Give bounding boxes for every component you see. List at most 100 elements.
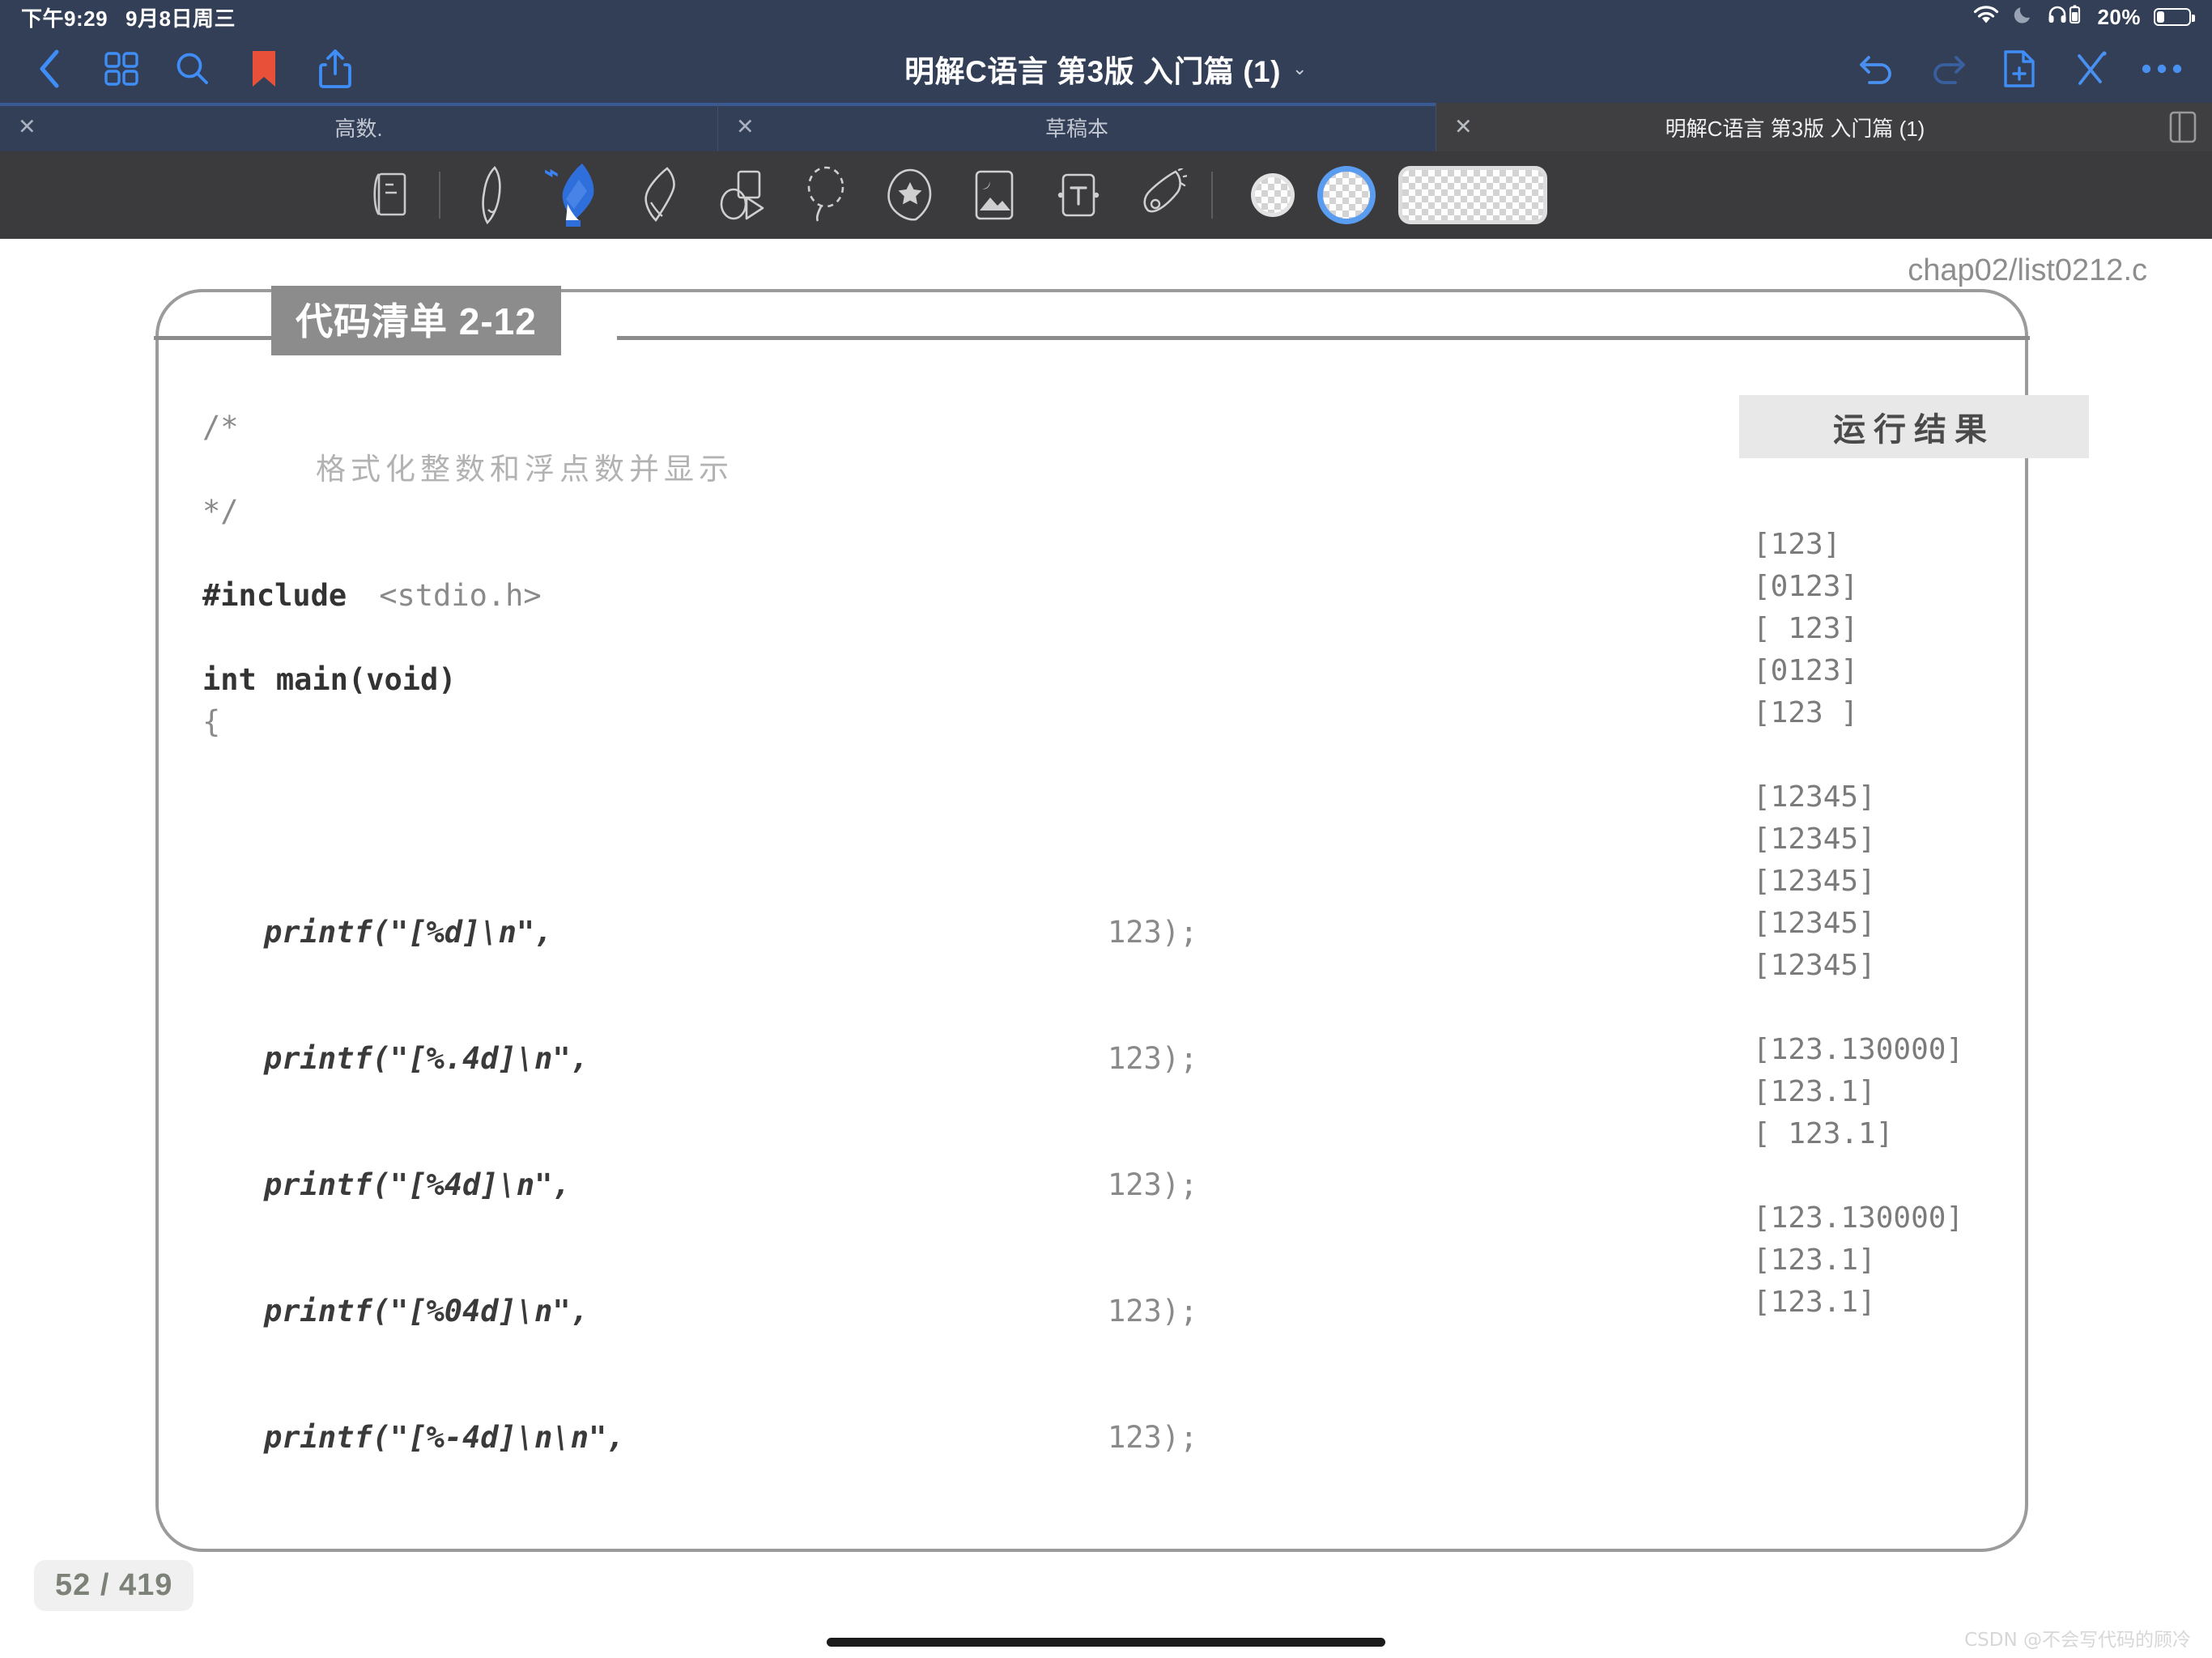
headphones-battery-icon: [2047, 4, 2084, 31]
result-line: [12345]: [1753, 818, 1963, 861]
back-button[interactable]: [15, 40, 86, 98]
printf-arg: 123);: [1108, 1164, 1197, 1206]
color-swatch-selected[interactable]: [1323, 172, 1370, 219]
more-button[interactable]: [2126, 40, 2197, 98]
result-line: [ 123.1]: [1753, 1113, 1963, 1155]
result-line: [12345]: [1753, 903, 1963, 945]
result-line: [0123]: [1753, 650, 1963, 692]
result-line: [123.130000]: [1753, 1029, 1963, 1071]
color-swatch-small[interactable]: [1255, 177, 1291, 213]
printf-call: printf("[%4d]\n",: [202, 1167, 571, 1202]
tab-label: 高数.: [0, 113, 717, 142]
markup-toolbar: ⌁: [0, 151, 2212, 239]
include-header: <stdio.h>: [347, 578, 541, 613]
status-bar: 下午9:29 9月8日周三 20%: [0, 0, 2212, 34]
tab-item-2-active[interactable]: ✕ 明解C语言 第3版 入门篇 (1): [1436, 103, 2154, 151]
main-return-type: int: [202, 662, 257, 697]
watermark: CSDN @不会写代码的顾冷: [1964, 1624, 2191, 1652]
comment-open: /*: [202, 406, 734, 449]
moon-icon: [2013, 4, 2034, 31]
result-header: 运行结果: [1739, 395, 2089, 458]
listing-rule-left: [154, 336, 275, 340]
result-line: [123.1]: [1753, 1239, 1963, 1282]
battery-percent-label: 20%: [2097, 5, 2141, 30]
brace-open: {: [202, 701, 734, 743]
tab-close-icon[interactable]: ✕: [736, 117, 755, 138]
printf-arg: 123);: [1108, 1290, 1197, 1333]
result-output: [123][0123][ 123][0123][123 ][12345][123…: [1753, 482, 1963, 1408]
listing-rule-right: [617, 336, 2030, 340]
tab-label: 明解C语言 第3版 入门篇 (1): [1436, 113, 2154, 142]
document-page[interactable]: chap02/list0212.c 代码清单 2-12 /*格式化整数和浮点数并…: [0, 239, 2212, 1658]
status-date: 9月8日周三: [125, 2, 236, 32]
search-button[interactable]: [157, 40, 228, 98]
code-listing: /*格式化整数和浮点数并显示*/ #include<stdio.h> intmain…: [202, 364, 734, 1658]
result-line: [123.1]: [1753, 1282, 1963, 1324]
status-bar-right: 20%: [1972, 4, 2191, 31]
toolbar-left-group: [0, 40, 371, 98]
toolbar-divider-2: [1211, 172, 1213, 219]
share-button[interactable]: [300, 40, 371, 98]
tool-pen[interactable]: [447, 155, 531, 236]
tool-textbox[interactable]: [1036, 155, 1121, 236]
tool-image[interactable]: [952, 155, 1036, 236]
main-signature: main(void): [257, 662, 457, 697]
toolbar-right-group: [1841, 40, 2212, 98]
thumbnails-button[interactable]: [86, 40, 157, 98]
result-line: [12345]: [1753, 945, 1963, 987]
printf-call: printf("[%-4d]\n\n",: [202, 1420, 625, 1455]
close-markup-button[interactable]: [2055, 40, 2126, 98]
include-directive: #include: [202, 578, 347, 613]
tool-laser[interactable]: [1121, 155, 1205, 236]
add-page-button[interactable]: [1984, 40, 2055, 98]
tool-highlighter[interactable]: ⌁: [531, 155, 615, 236]
result-line: [123]: [1753, 524, 1963, 566]
result-line: [12345]: [1753, 776, 1963, 818]
tablet-screen: 下午9:29 9月8日周三 20%: [0, 0, 2212, 1658]
color-swatch-group: [1255, 170, 1543, 220]
top-toolbar: 明解C语言 第3版 入门篇 (1) ⌄: [0, 34, 2212, 103]
tool-snapshot[interactable]: [348, 155, 432, 236]
color-swatch-wide[interactable]: [1402, 170, 1543, 220]
bookmark-button[interactable]: [228, 40, 300, 98]
tool-sticker[interactable]: [868, 155, 952, 236]
source-filename: chap02/list0212.c: [1908, 253, 2147, 288]
result-line: [0123]: [1753, 566, 1963, 608]
page-indicator: 52 / 419: [34, 1560, 194, 1611]
tab-close-icon[interactable]: ✕: [18, 117, 36, 138]
bluetooth-icon: ⌁: [544, 161, 559, 185]
result-line: [123.1]: [1753, 1071, 1963, 1113]
printf-call: printf("[%d]\n",: [202, 915, 552, 950]
tool-shapes[interactable]: [700, 155, 784, 236]
result-line: [123.130000]: [1753, 1197, 1963, 1239]
tab-bar: ✕ 高数. ✕ 草稿本 ✕ 明解C语言 第3版 入门篇 (1): [0, 103, 2212, 151]
status-time: 下午9:29: [21, 2, 108, 32]
split-view-button[interactable]: [2154, 103, 2212, 151]
listing-tag: 代码清单 2-12: [271, 286, 561, 355]
tab-label: 草稿本: [718, 113, 1436, 142]
status-bar-left: 下午9:29 9月8日周三: [21, 2, 236, 32]
comment-close: */: [202, 491, 734, 533]
tab-item-1[interactable]: ✕ 草稿本: [718, 103, 1436, 151]
result-line: [ 123]: [1753, 608, 1963, 650]
page-title: 明解C语言 第3版 入门篇 (1): [904, 47, 1281, 91]
printf-arg: 123);: [1108, 1038, 1197, 1080]
comment-text: 格式化整数和浮点数并显示: [202, 449, 734, 491]
redo-button[interactable]: [1912, 40, 1984, 98]
home-indicator[interactable]: [827, 1638, 1385, 1647]
printf-arg: 123);: [1108, 912, 1197, 954]
printf-call: printf("[%04d]\n",: [202, 1294, 589, 1329]
tool-eraser[interactable]: [615, 155, 700, 236]
wifi-icon: [1972, 4, 2000, 31]
printf-arg: 123);: [1108, 1417, 1197, 1459]
tool-lasso[interactable]: [784, 155, 868, 236]
printf-call: printf("[%.4d]\n",: [202, 1041, 589, 1076]
undo-button[interactable]: [1841, 40, 1912, 98]
chevron-down-icon[interactable]: ⌄: [1292, 58, 1308, 79]
toolbar-divider: [439, 172, 440, 219]
battery-icon: [2154, 8, 2191, 26]
result-line: [123 ]: [1753, 692, 1963, 734]
tab-close-icon[interactable]: ✕: [1454, 117, 1473, 138]
result-line: [12345]: [1753, 861, 1963, 903]
tab-item-0[interactable]: ✕ 高数.: [0, 103, 718, 151]
